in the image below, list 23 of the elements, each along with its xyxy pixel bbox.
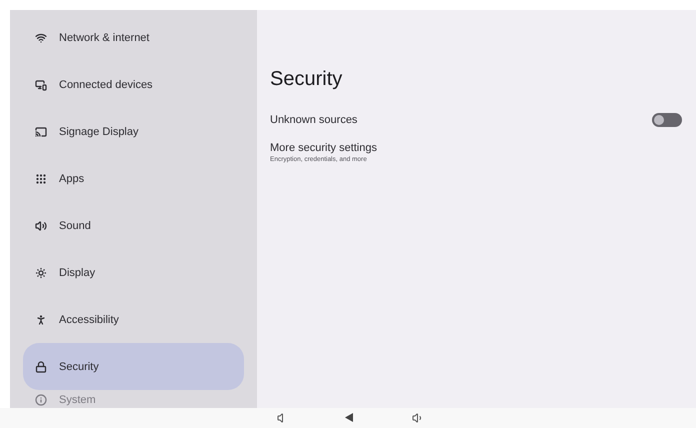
info-icon (35, 394, 47, 406)
setting-label: Unknown sources (270, 114, 358, 126)
sidebar-item[interactable]: Display (23, 249, 244, 296)
wifi-icon (35, 32, 47, 44)
lock-icon (35, 360, 47, 372)
sidebar-item[interactable]: Network & internet (23, 14, 244, 61)
devices-icon (35, 78, 47, 90)
sidebar-item[interactable]: Security (23, 343, 244, 390)
sidebar-item[interactable]: Signage Display (23, 108, 244, 155)
volume-up-icon[interactable] (412, 412, 424, 424)
sidebar-item[interactable]: Connected devices (23, 61, 244, 108)
sun-icon (35, 266, 47, 278)
speaker-icon (35, 220, 47, 232)
setting-label: More security settings (270, 142, 377, 154)
grid-icon (35, 172, 47, 184)
screen-icon (35, 126, 47, 138)
sidebar-item[interactable]: Sound (23, 202, 244, 249)
person-icon (35, 314, 47, 326)
back-icon[interactable] (344, 412, 354, 423)
sidebar-item[interactable]: Apps (23, 155, 244, 202)
sidebar-item[interactable]: Accessibility (23, 296, 244, 343)
page-title: Security (270, 68, 344, 91)
toggle-switch[interactable] (652, 113, 682, 127)
